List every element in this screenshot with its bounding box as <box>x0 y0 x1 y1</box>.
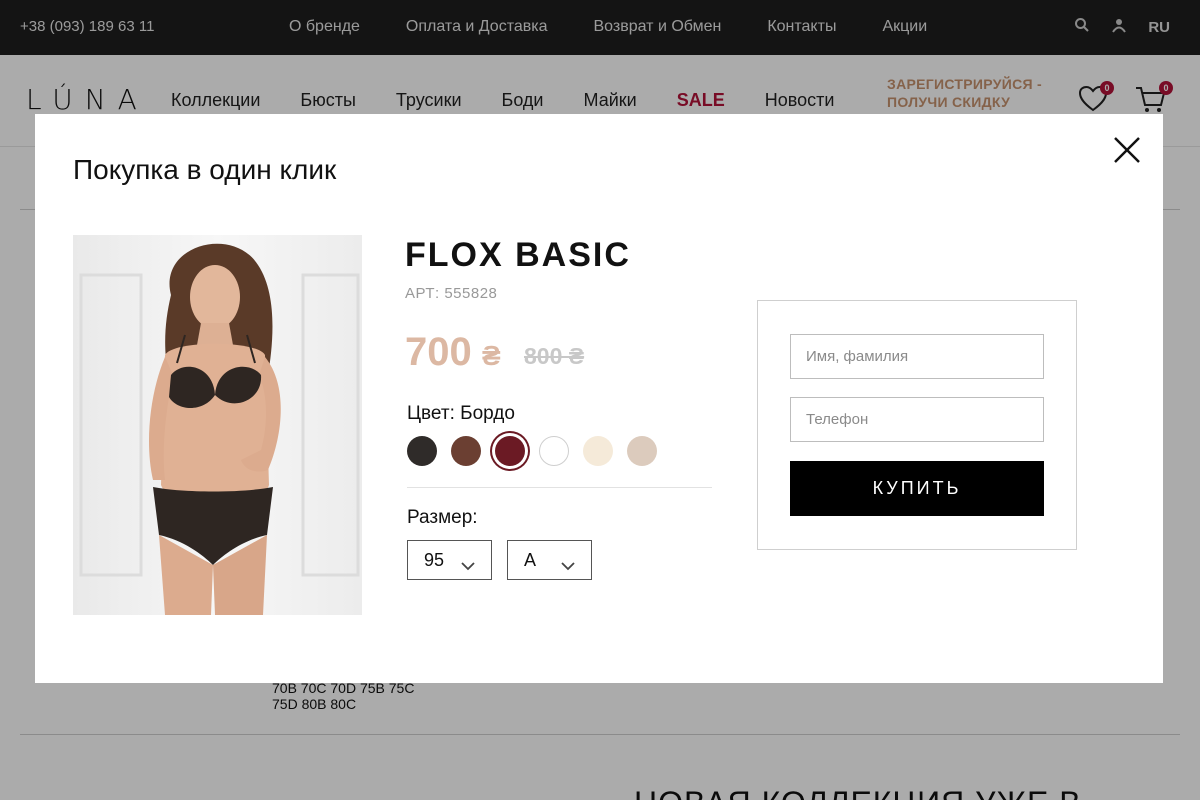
color-swatch[interactable] <box>451 436 481 466</box>
color-swatch[interactable] <box>583 436 613 466</box>
currency-symbol: ₴ <box>482 340 501 371</box>
buy-button[interactable]: КУПИТЬ <box>790 461 1044 516</box>
cup-size-select[interactable]: A <box>507 540 592 580</box>
modal-title: Покупка в один клик <box>73 154 337 185</box>
chevron-down-icon <box>461 555 475 576</box>
color-label-text: Цвет: <box>407 403 455 424</box>
name-input[interactable] <box>790 334 1044 379</box>
color-swatch[interactable] <box>539 436 569 466</box>
current-price: 700 <box>405 330 472 374</box>
product-article: АРТ: 555828 <box>405 285 498 302</box>
band-size-select[interactable]: 95 <box>407 540 492 580</box>
phone-input[interactable] <box>790 397 1044 442</box>
quick-buy-modal: Покупка в один клик FLOX BASIC АРТ: 5558… <box>35 114 1163 683</box>
cup-size-value: A <box>524 550 537 570</box>
color-swatch[interactable] <box>627 436 657 466</box>
close-icon[interactable] <box>1111 134 1143 166</box>
color-swatches <box>407 436 657 466</box>
old-price: 800 ₴ <box>524 343 585 369</box>
product-image <box>73 235 362 615</box>
color-label: Цвет: Бордо <box>407 403 515 425</box>
product-name: FLOX BASIC <box>405 236 631 274</box>
band-size-value: 95 <box>424 550 445 570</box>
color-swatch-selected[interactable] <box>495 436 525 466</box>
quick-order-form: КУПИТЬ <box>757 300 1077 550</box>
size-label: Размер: <box>407 507 478 528</box>
divider <box>407 487 712 488</box>
color-swatch[interactable] <box>407 436 437 466</box>
color-value: Бордо <box>460 403 515 424</box>
chevron-down-icon <box>561 555 575 576</box>
